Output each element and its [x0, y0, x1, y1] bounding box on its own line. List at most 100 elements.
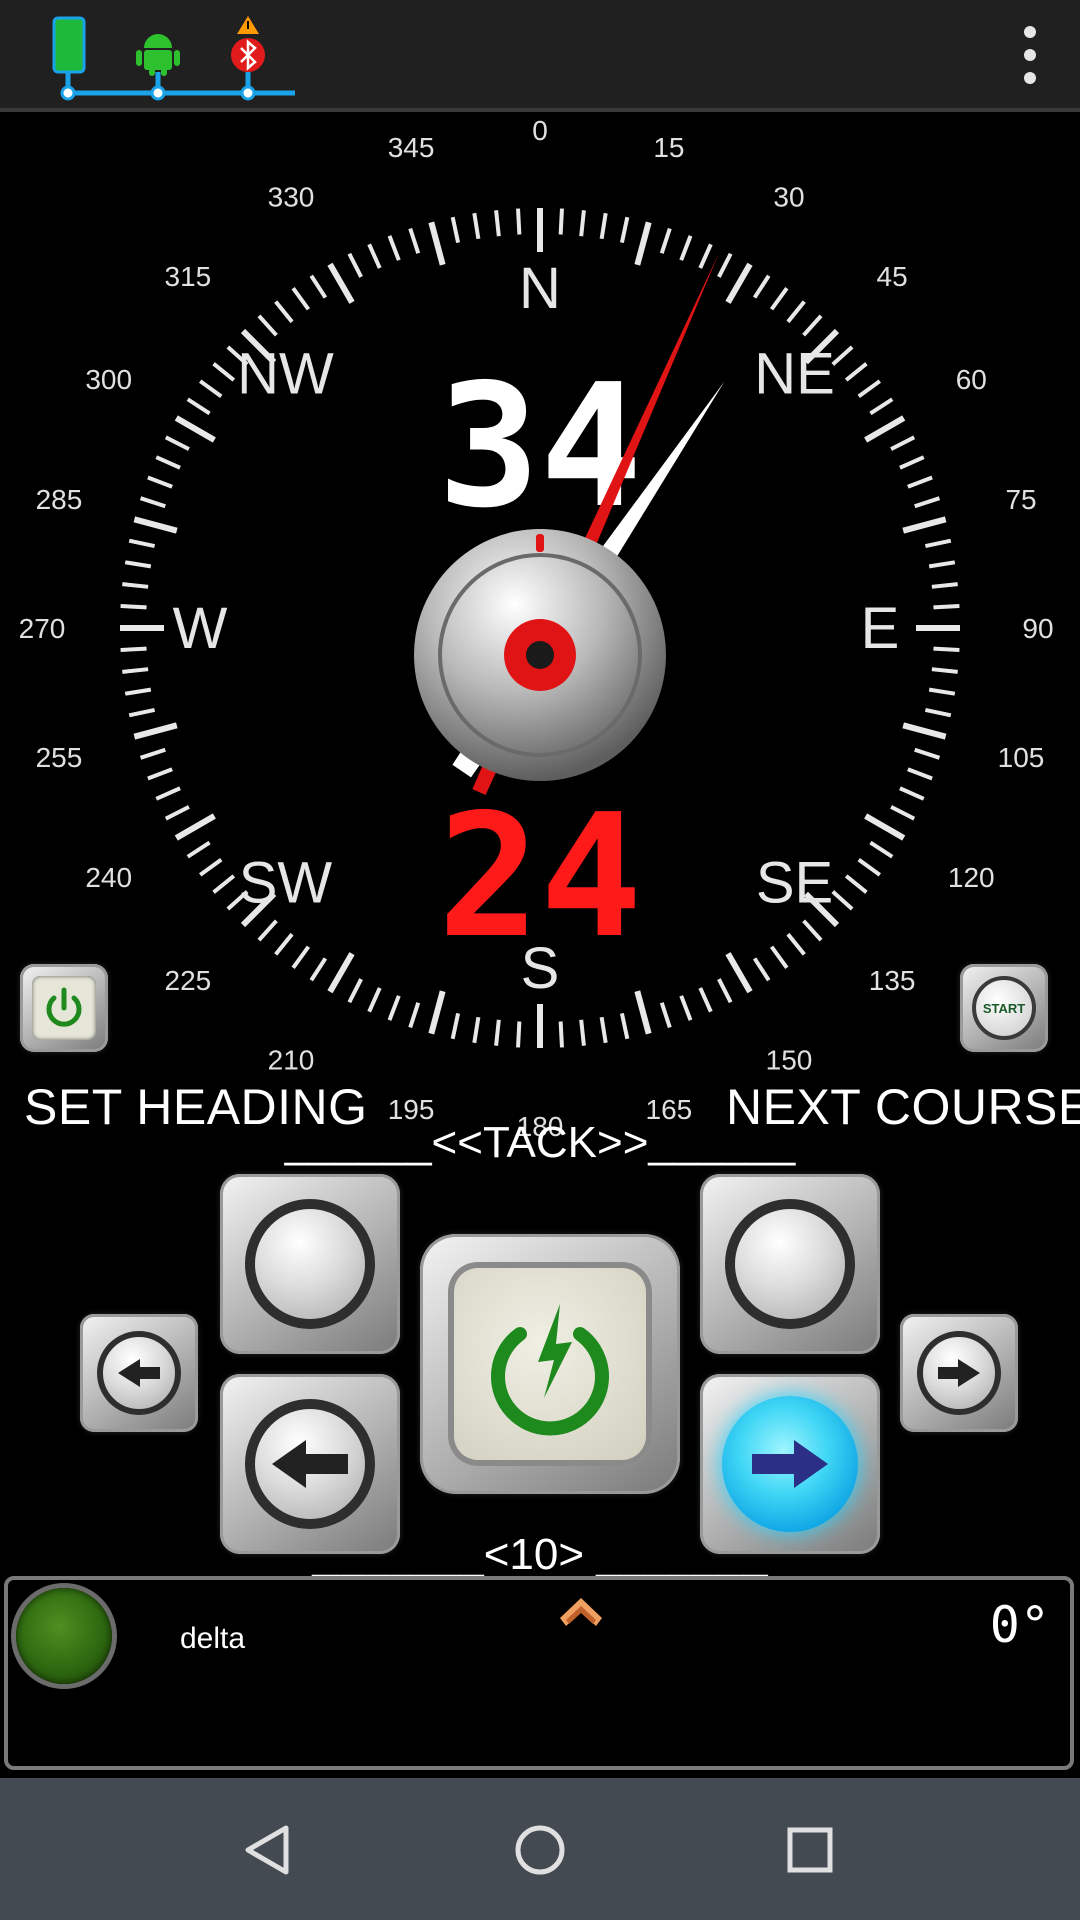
compass-tick: [890, 435, 916, 451]
back-icon[interactable]: [238, 1818, 302, 1882]
chevron-up-icon[interactable]: [558, 1596, 604, 1630]
compass-tick: [907, 767, 933, 781]
compass-tick: [634, 990, 652, 1035]
compass-tick: [558, 1021, 564, 1048]
compass-cardinal-n: N: [519, 256, 561, 321]
compass-tick: [802, 919, 823, 942]
compass-tick: [199, 857, 223, 877]
compass-degree-label: 315: [165, 261, 212, 292]
compass-degree-label: 210: [268, 1044, 315, 1075]
overflow-menu-icon[interactable]: [1010, 20, 1050, 90]
connection-status[interactable]: [40, 10, 310, 105]
set-heading-button[interactable]: [20, 964, 108, 1052]
compass-tick: [428, 990, 446, 1035]
compass-tick: [174, 813, 216, 841]
compass-tick: [619, 216, 630, 244]
compass-tick: [257, 314, 278, 337]
compass-tick: [931, 582, 958, 589]
tack-label: ______<<TACK>>______: [284, 1118, 796, 1167]
starboard-10-button[interactable]: [700, 1374, 880, 1554]
recents-icon[interactable]: [778, 1818, 842, 1882]
arrow-right-small-icon: [938, 1359, 980, 1387]
compass-tick: [122, 667, 149, 674]
compass-degree-label: 15: [653, 132, 684, 163]
compass-tick: [769, 945, 789, 969]
mode-label: delta: [180, 1622, 246, 1655]
compass-cardinal-se: SE: [756, 851, 833, 916]
compass-tick: [257, 919, 278, 942]
compass-tick: [802, 314, 823, 337]
compass-tick: [857, 857, 881, 877]
compass-tick: [933, 604, 960, 610]
compass-tick: [698, 987, 713, 1013]
compass-tick: [516, 208, 522, 235]
compass-tick: [128, 707, 156, 718]
compass-degree-label: 345: [388, 132, 435, 163]
compass-tick: [155, 786, 181, 801]
compass-tick: [128, 538, 156, 549]
starboard-tack-button[interactable]: [700, 1174, 880, 1354]
compass-tick: [931, 667, 958, 674]
compass-tick: [924, 707, 952, 718]
home-icon[interactable]: [508, 1818, 572, 1882]
compass-tick: [786, 932, 806, 956]
compass-tick: [139, 496, 166, 509]
compass-tick: [291, 945, 311, 969]
compass-degree-label: 135: [869, 965, 916, 996]
compass-tick: [450, 216, 461, 244]
compass-tick: [864, 415, 906, 443]
compass-tick: [786, 300, 806, 324]
compass-tick: [472, 212, 481, 240]
compass-degree-label: 120: [948, 862, 995, 893]
degree-readout: 0°: [989, 1596, 1050, 1654]
compass-tick: [579, 1019, 586, 1046]
compass-tick: [122, 582, 149, 589]
compass-tick: [752, 274, 771, 299]
power-bolt-icon: [491, 1304, 609, 1436]
compass-tick: [120, 604, 147, 610]
compass-tick: [869, 840, 894, 859]
compass-tick: [133, 516, 178, 534]
compass-tick: [199, 379, 223, 399]
compass-cardinal-e: E: [861, 596, 900, 661]
compass-degree-label: 150: [766, 1044, 813, 1075]
port-tack-button[interactable]: [220, 1174, 400, 1354]
compass-tick: [831, 345, 854, 366]
compass-degree-label: 105: [998, 742, 1045, 773]
compass-degree-label: 240: [85, 862, 132, 893]
port-10-button[interactable]: [220, 1374, 400, 1554]
compass-tick: [147, 767, 173, 781]
compass-tick: [367, 987, 382, 1013]
autopilot-power-button[interactable]: [420, 1234, 680, 1494]
compass-tick: [124, 560, 152, 569]
arrow-left-small-icon: [118, 1359, 160, 1387]
start-label: START: [982, 1000, 1026, 1016]
compass-tick: [472, 1016, 481, 1044]
compass-tick: [147, 475, 173, 489]
compass-tick: [698, 243, 713, 269]
port-1-button[interactable]: [80, 1314, 198, 1432]
compass-tick: [717, 252, 733, 278]
compass-tick: [619, 1012, 630, 1040]
compass-tick: [599, 1016, 608, 1044]
compass-tick: [120, 646, 147, 652]
compass-tick: [408, 227, 421, 254]
compass-tick: [831, 890, 854, 911]
bluetooth-icon: [231, 38, 265, 72]
compass-cardinal-sw: SW: [239, 851, 333, 916]
starboard-1-button[interactable]: [900, 1314, 1018, 1432]
compass-degree-label: 90: [1022, 613, 1053, 644]
compass-tick: [899, 786, 925, 801]
compass-tick: [928, 687, 956, 696]
step-label: _______<10> _______: [312, 1530, 768, 1579]
compass-degree-label: 300: [85, 364, 132, 395]
compass-tick: [164, 805, 190, 821]
compass-tick: [914, 496, 941, 509]
compass-tick: [274, 932, 294, 956]
compass-tick: [844, 362, 868, 382]
compass-degree-label: 255: [36, 742, 83, 773]
compass-cardinal-nw: NW: [237, 341, 334, 406]
start-button[interactable]: START: [960, 964, 1048, 1052]
compass-tick: [494, 1019, 501, 1046]
compass-tick: [679, 235, 693, 261]
